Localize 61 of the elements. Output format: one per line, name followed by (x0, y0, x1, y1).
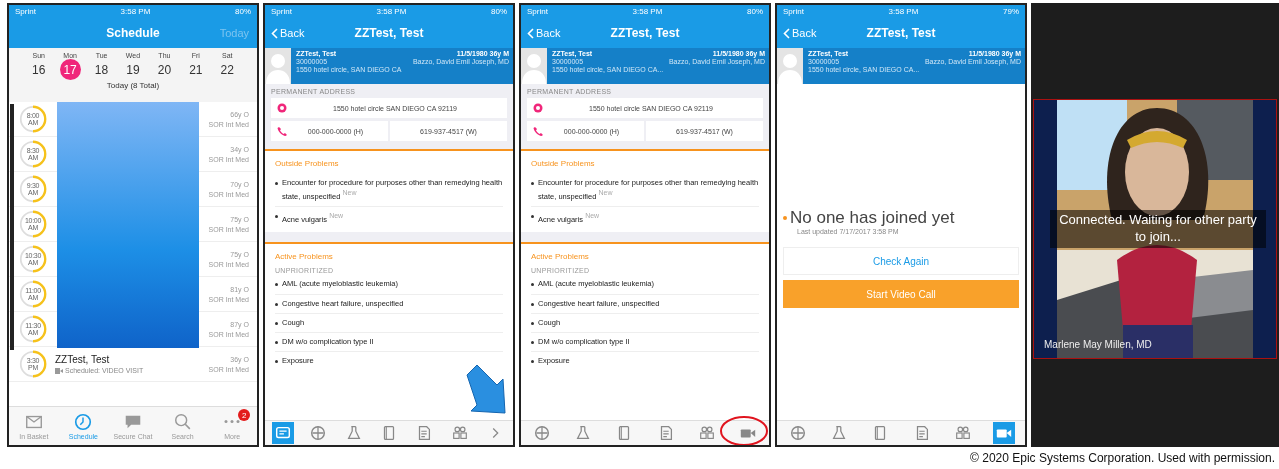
notification-badge: 2 (238, 409, 251, 421)
search-icon (172, 412, 193, 432)
bullet-icon (531, 283, 534, 287)
battery-text: 80% (491, 7, 507, 16)
date-button[interactable]: 19 (122, 59, 144, 80)
bullet-icon (275, 214, 278, 218)
phone-icon (277, 126, 287, 136)
location-icon (277, 103, 287, 113)
bullet-icon (531, 214, 534, 218)
section-title: Active Problems (531, 252, 590, 262)
screen-title: ZZTest, Test (610, 26, 680, 40)
chevron-left-icon (783, 27, 790, 39)
clock-text: 3:58 PM (376, 7, 407, 16)
date-button[interactable]: 17 (59, 59, 81, 80)
bullet-icon (275, 340, 278, 344)
bullet-icon (275, 302, 278, 306)
screen-title: Schedule (106, 26, 160, 40)
screen-title: ZZTest, Test (866, 26, 936, 40)
date-button[interactable]: 16 (28, 59, 50, 80)
connection-message: Connected. Waiting for other party to join... (1050, 210, 1266, 248)
pointer-arrow (465, 363, 507, 415)
location-icon (533, 103, 543, 113)
clock-text: 3:58 PM (120, 7, 151, 16)
copyright-caption: © 2020 Epic Systems Corporation. Used with permission. (969, 450, 1276, 465)
bullet-icon (275, 359, 278, 363)
section-title: Active Problems (275, 252, 334, 262)
bullet-icon (275, 321, 278, 325)
bullet-icon (275, 283, 278, 287)
chevron-left-icon (271, 27, 278, 39)
bullet-icon (275, 182, 278, 185)
bullet-icon (531, 182, 534, 185)
bullet-icon (531, 359, 534, 363)
video-camera-icon (55, 367, 63, 374)
screen-title: ZZTest, Test (354, 26, 424, 40)
battery-text: 80% (235, 7, 251, 16)
battery-text: 80% (747, 7, 763, 16)
clock-icon (73, 412, 94, 432)
status-message: No one has joined yet (783, 208, 1019, 228)
section-title: Outside Problems (275, 159, 340, 168)
date-button[interactable]: 20 (153, 59, 175, 80)
carrier-text: Sprint (783, 7, 804, 16)
carrier-text: Sprint (15, 7, 36, 16)
bullet-icon (531, 302, 534, 306)
caller-name: Marlene May Millen, MD (1044, 339, 1152, 350)
carrier-text: Sprint (271, 7, 292, 16)
clock-text: 3:58 PM (888, 7, 919, 16)
clock-text: 3:58 PM (632, 7, 663, 16)
video-camera-icon[interactable] (993, 422, 1016, 444)
section-title: Outside Problems (531, 159, 596, 168)
card-icon[interactable] (271, 422, 294, 444)
date-button[interactable]: 18 (91, 59, 113, 80)
phone-icon (533, 126, 543, 136)
chevron-left-icon (527, 27, 534, 39)
battery-text: 79% (1003, 7, 1019, 16)
appointment-count: Today (8 Total) (106, 81, 160, 90)
bullet-icon (531, 321, 534, 325)
bullet-icon (531, 340, 534, 344)
patient-name: ZZTest, Test (55, 354, 111, 365)
date-button[interactable]: 22 (216, 59, 238, 80)
date-button[interactable]: 21 (185, 59, 207, 80)
carrier-text: Sprint (527, 7, 548, 16)
